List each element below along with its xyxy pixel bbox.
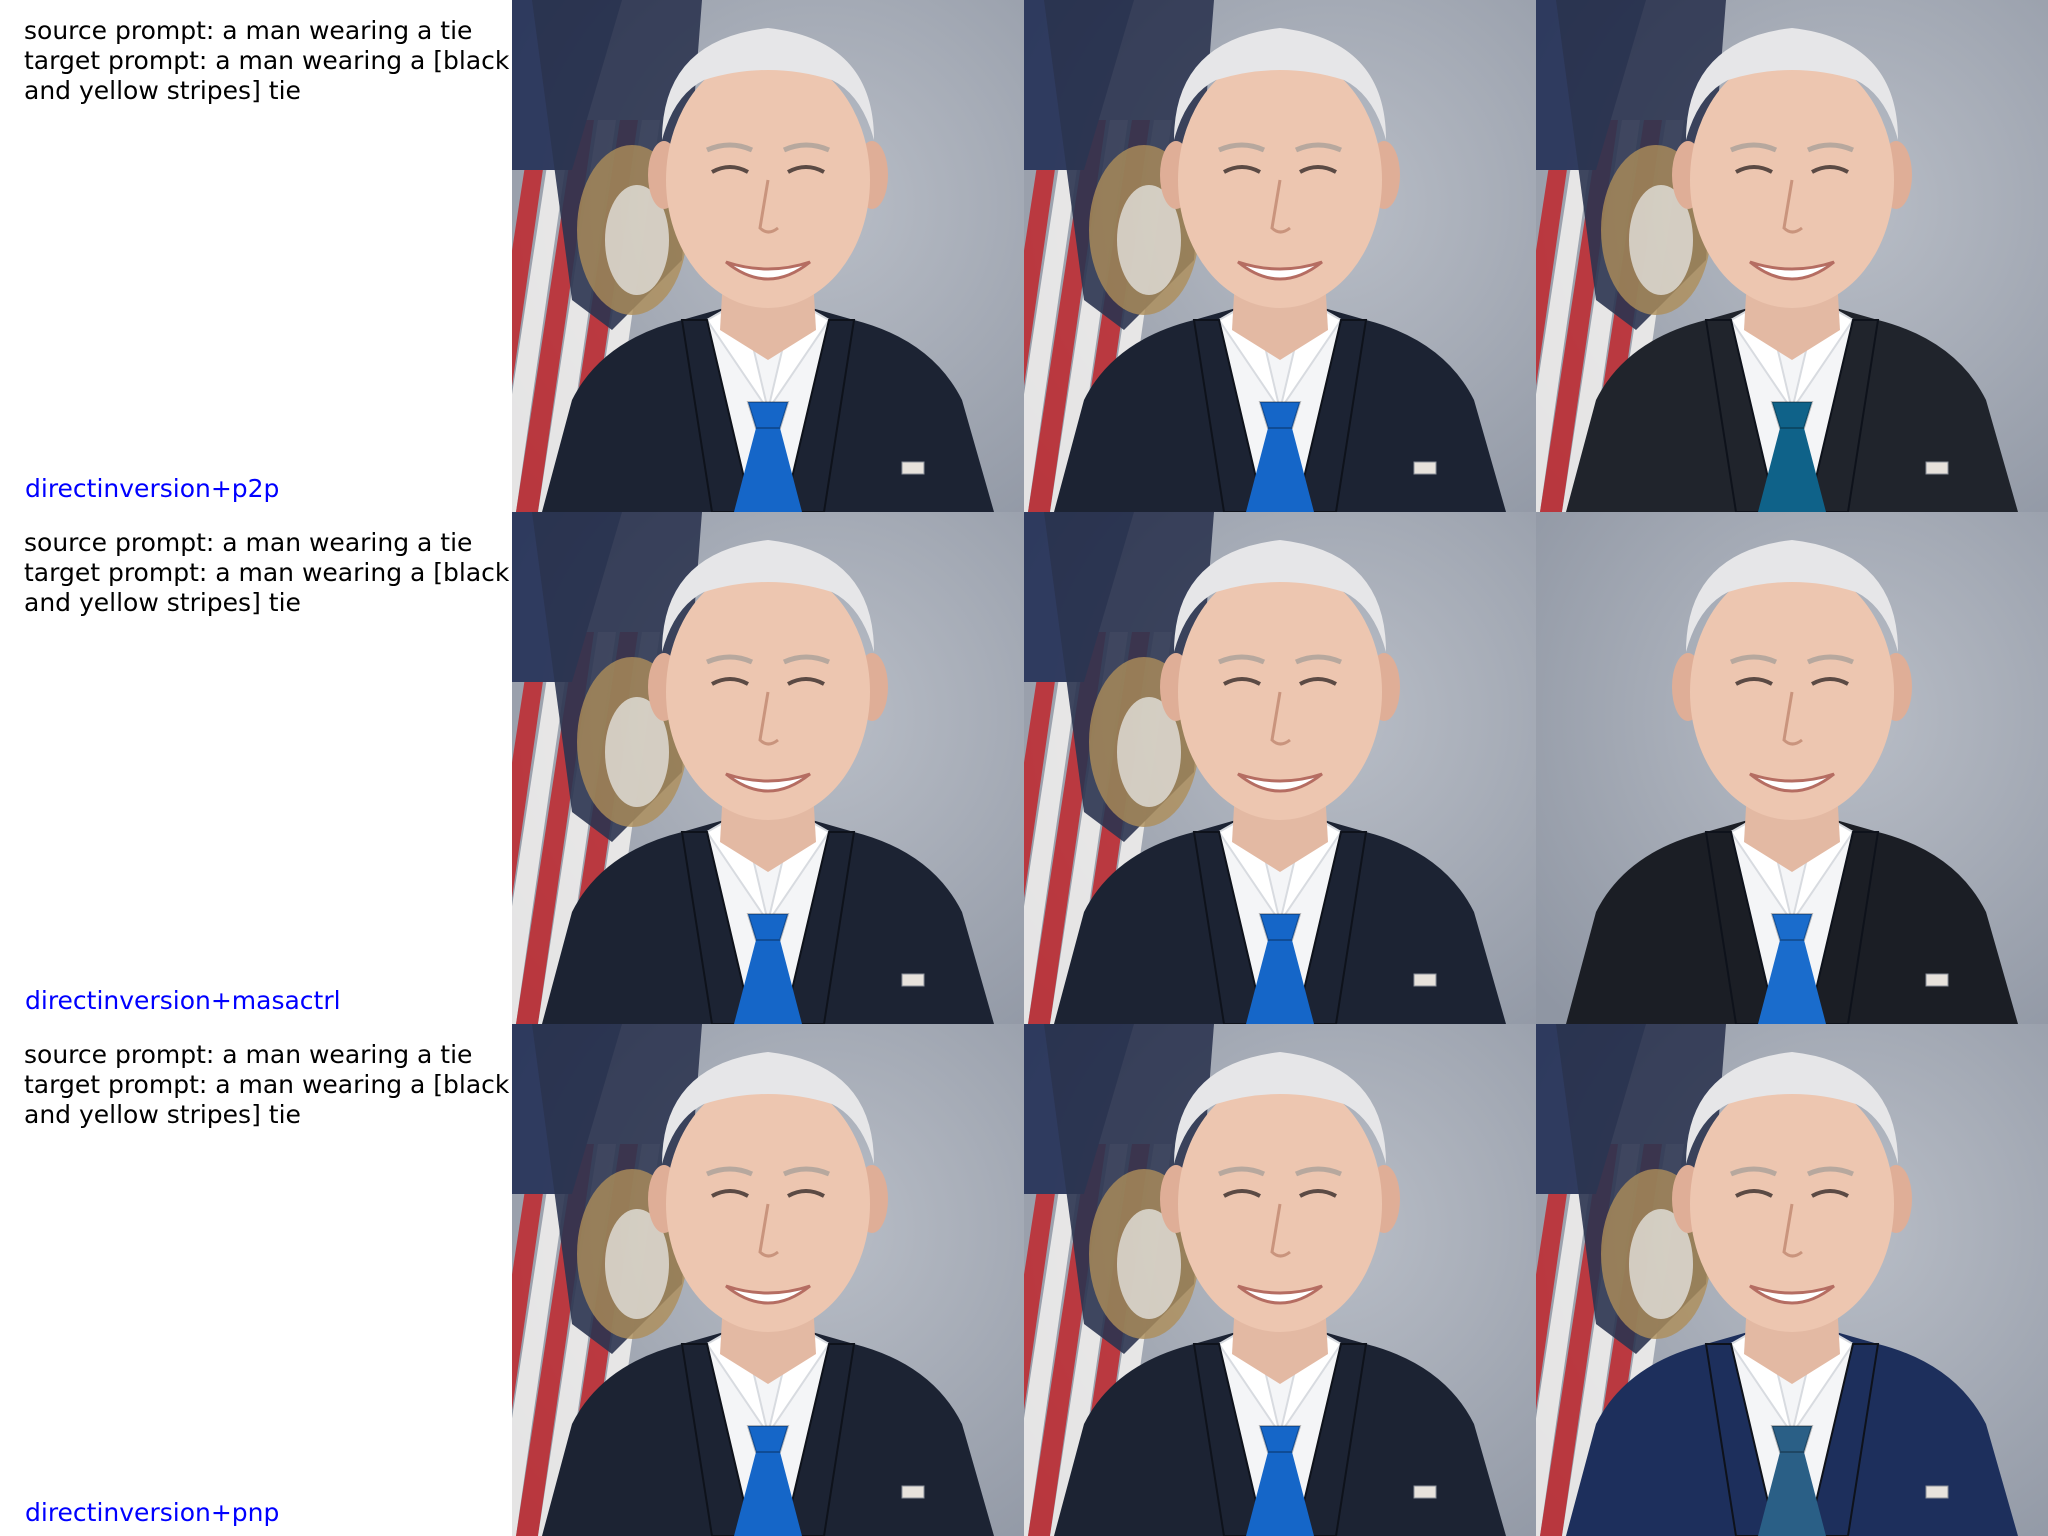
edited-image xyxy=(1536,1024,2048,1536)
result-row: source prompt: a man wearing a tie target… xyxy=(0,1024,2048,1536)
source-image xyxy=(512,0,1024,512)
prompt-caption: source prompt: a man wearing a tie target… xyxy=(0,512,512,1024)
target-prompt-line-2: and yellow stripes] tie xyxy=(24,76,301,105)
prompt-caption: source prompt: a man wearing a tie target… xyxy=(0,0,512,512)
reconstruction-image xyxy=(1024,0,1536,512)
target-prompt-line-2: and yellow stripes] tie xyxy=(24,588,301,617)
edited-image xyxy=(1536,0,2048,512)
target-prompt-line-1: target prompt: a man wearing a [black xyxy=(24,558,510,587)
target-prompt-line-1: target prompt: a man wearing a [black xyxy=(24,46,510,75)
reconstruction-image xyxy=(1024,1024,1536,1536)
result-row: source prompt: a man wearing a tie target… xyxy=(0,512,2048,1024)
method-label: directinversion+pnp xyxy=(25,1498,280,1527)
target-prompt-line-2: and yellow stripes] tie xyxy=(24,1100,301,1129)
comparison-grid: source prompt: a man wearing a tie target… xyxy=(0,0,2048,1536)
source-image xyxy=(512,1024,1024,1536)
result-row: source prompt: a man wearing a tie target… xyxy=(0,0,2048,512)
source-prompt-line: source prompt: a man wearing a tie xyxy=(24,528,473,557)
reconstruction-image xyxy=(1024,512,1536,1024)
method-label: directinversion+masactrl xyxy=(25,986,341,1015)
source-prompt-line: source prompt: a man wearing a tie xyxy=(24,16,473,45)
target-prompt-line-1: target prompt: a man wearing a [black xyxy=(24,1070,510,1099)
source-image xyxy=(512,512,1024,1024)
prompt-caption: source prompt: a man wearing a tie target… xyxy=(0,1024,512,1536)
method-label: directinversion+p2p xyxy=(25,474,280,503)
source-prompt-line: source prompt: a man wearing a tie xyxy=(24,1040,473,1069)
edited-image xyxy=(1536,512,2048,1024)
